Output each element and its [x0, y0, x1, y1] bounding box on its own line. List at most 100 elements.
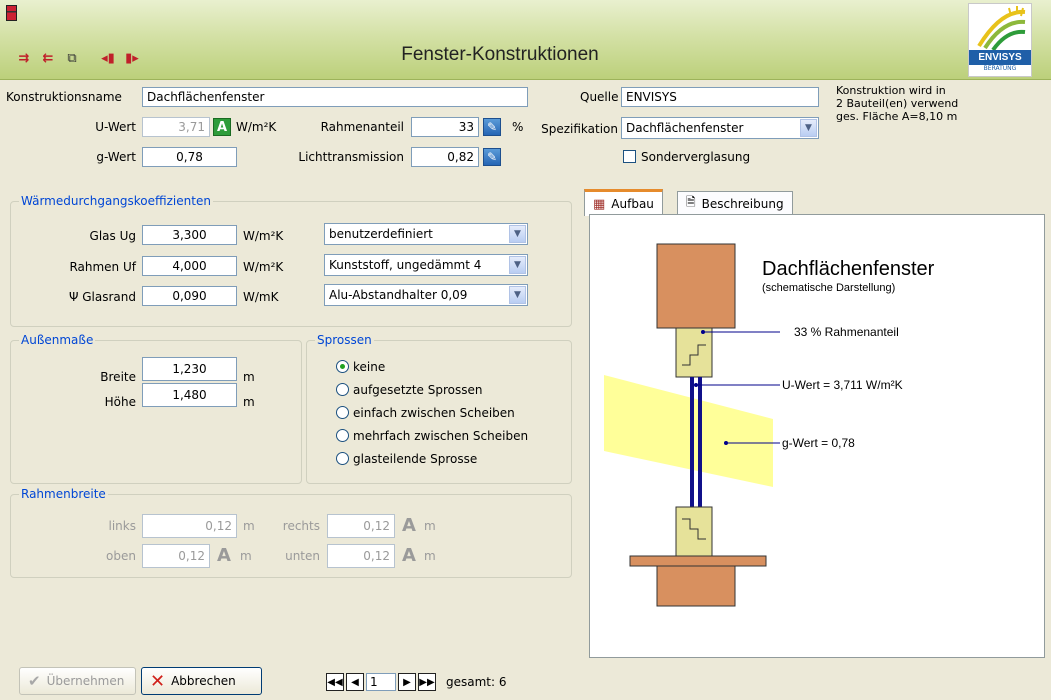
rechts-unit: m [424, 519, 436, 533]
wall-bottom [656, 565, 736, 607]
breite-input[interactable]: 1,230 [142, 357, 237, 381]
quelle-input[interactable]: ENVISYS [621, 87, 819, 107]
glass-pane-1 [690, 377, 694, 507]
auto-calc-icon: A [402, 544, 416, 566]
edit-pencil-icon[interactable]: ✎ [483, 118, 501, 136]
gwert-label: g-Wert [96, 150, 136, 164]
copy-icon[interactable]: ⧉ [62, 49, 82, 67]
radio-button[interactable] [336, 429, 349, 442]
logo-wordmark: ENVISYS [969, 50, 1031, 65]
group-title: Außenmaße [19, 333, 96, 347]
record-navigator: ◀◀ ◀ 1 ▶ ▶▶ gesamt: 6 [326, 673, 507, 691]
record-number-input[interactable]: 1 [366, 673, 396, 691]
breite-unit: m [243, 370, 255, 384]
first-record-icon[interactable]: ◀◀ [326, 673, 344, 691]
annotation-uwert: U-Wert = 3,711 W/m²K [782, 378, 903, 392]
rahmenanteil-label: Rahmenanteil [320, 120, 404, 134]
sprossen-option-mehrfach[interactable]: mehrfach zwischen Scheiben [336, 424, 528, 447]
uebernehmen-button[interactable]: ✔ Übernehmen [19, 667, 136, 695]
annotation-dot [701, 330, 705, 334]
auto-calc-icon[interactable]: A [213, 118, 231, 136]
rahmen-uf-input[interactable]: 4,000 [142, 256, 237, 276]
app-icon [6, 5, 17, 21]
auto-calc-icon: A [402, 514, 416, 536]
chevron-down-icon[interactable]: ▼ [509, 225, 526, 243]
uwert-unit: W/m²K [236, 120, 277, 134]
export-icon[interactable]: ▮▸ [122, 49, 142, 67]
quelle-label: Quelle [580, 90, 619, 104]
add-icon[interactable]: ⇉ [14, 49, 34, 67]
annotation-rahmenanteil: 33 % Rahmenanteil [794, 325, 899, 339]
chevron-down-icon[interactable]: ▼ [800, 119, 817, 137]
sonderverglasung-checkbox[interactable] [623, 150, 636, 163]
glasrand-label: Ψ Glasrand [68, 290, 136, 304]
tab-aufbau[interactable]: ▦ Aufbau [584, 189, 663, 216]
glas-ug-input[interactable]: 3,300 [142, 225, 237, 245]
sonderverglasung-label: Sonderverglasung [641, 150, 751, 164]
lichttransmission-input[interactable]: 0,82 [411, 147, 479, 167]
annotation-dot [694, 383, 698, 387]
spezifikation-label: Spezifikation [541, 122, 618, 136]
spezifikation-select[interactable]: Dachflächenfenster ▼ [621, 117, 819, 139]
envisys-logo: ENVISYS BERATUNG [968, 3, 1032, 77]
oben-label: oben [106, 549, 136, 563]
rahmenanteil-unit: % [512, 120, 524, 134]
sprossen-options: keine aufgesetzte Sprossen einfach zwisc… [336, 355, 528, 470]
rahmen-uf-select[interactable]: Kunststoff, ungedämmt 4 ▼ [324, 254, 528, 276]
last-record-icon[interactable]: ▶▶ [418, 673, 436, 691]
uwert-input: 3,71 [142, 117, 210, 137]
glas-ug-select[interactable]: benutzerdefiniert ▼ [324, 223, 528, 245]
rahmenanteil-input[interactable]: 33 [411, 117, 479, 137]
hoehe-input[interactable]: 1,480 [142, 383, 237, 407]
record-total: gesamt: 6 [446, 675, 507, 689]
close-icon: ✕ [150, 670, 166, 692]
chevron-down-icon[interactable]: ▼ [509, 256, 526, 274]
logo-tagline: BERATUNG [983, 65, 1017, 72]
unten-label: unten [285, 549, 320, 563]
konstruktionsname-input[interactable]: Dachflächenfenster [142, 87, 528, 107]
radio-button[interactable] [336, 452, 349, 465]
oben-input: 0,12 [142, 544, 210, 568]
light-beam [604, 375, 773, 487]
radio-button[interactable] [336, 383, 349, 396]
radio-button[interactable] [336, 406, 349, 419]
abbrechen-button[interactable]: ✕ Abbrechen [141, 667, 262, 695]
glasrand-unit: W/mK [243, 290, 279, 304]
radio-button[interactable] [336, 360, 349, 373]
rechts-label: rechts [282, 519, 320, 533]
unten-unit: m [424, 549, 436, 563]
frame-bottom [675, 506, 713, 557]
glas-ug-label: Glas Ug [89, 229, 136, 243]
glasrand-select[interactable]: Alu-Abstandhalter 0,09 ▼ [324, 284, 528, 306]
glass-pane-2 [698, 377, 702, 507]
sill [629, 555, 767, 567]
sprossen-option-einfach[interactable]: einfach zwischen Scheiben [336, 401, 528, 424]
import-icon[interactable]: ◂▮ [98, 49, 118, 67]
chevron-down-icon[interactable]: ▼ [509, 286, 526, 304]
glas-ug-unit: W/m²K [243, 229, 284, 243]
links-input: 0,12 [142, 514, 237, 538]
rahmenbreite-group: Rahmenbreite [10, 487, 572, 578]
gwert-input[interactable]: 0,78 [142, 147, 237, 167]
glasrand-input[interactable]: 0,090 [142, 286, 237, 306]
tab-beschreibung[interactable]: 🗎 Beschreibung [677, 191, 793, 215]
rahmen-uf-unit: W/m²K [243, 260, 284, 274]
annotation-gwert: g-Wert = 0,78 [782, 436, 855, 450]
sprossen-option-aufgesetzt[interactable]: aufgesetzte Sprossen [336, 378, 528, 401]
prev-record-icon[interactable]: ◀ [346, 673, 364, 691]
title-bar: ⇉ ⇇ ⧉ ◂▮ ▮▸ Fenster-Konstruktionen ENVIS… [0, 0, 1051, 80]
wall-top [656, 243, 736, 329]
diagram-title: Dachflächenfenster [762, 258, 935, 280]
group-title: Wärmedurchgangskoeffizienten [19, 194, 213, 208]
sprossen-option-keine[interactable]: keine [336, 355, 528, 378]
edit-pencil-icon[interactable]: ✎ [483, 148, 501, 166]
rahmen-uf-label: Rahmen Uf [69, 260, 136, 274]
lichttransmission-label: Lichttransmission [298, 150, 404, 164]
remove-icon[interactable]: ⇇ [38, 49, 58, 67]
annotation-dot [724, 441, 728, 445]
checkmark-icon: ✔ [28, 672, 41, 690]
film-icon: ▦ [593, 196, 606, 212]
next-record-icon[interactable]: ▶ [398, 673, 416, 691]
sprossen-option-glasteilend[interactable]: glasteilende Sprosse [336, 447, 528, 470]
breite-label: Breite [100, 370, 136, 384]
